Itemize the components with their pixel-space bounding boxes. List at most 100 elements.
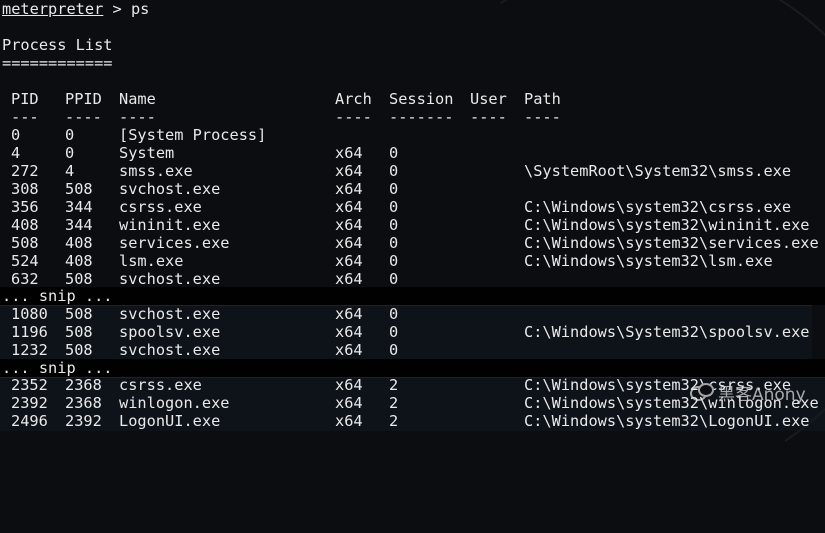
cell-ppid: 0 [65,144,75,162]
cell-pid: 308 [11,180,39,198]
cell-name: services.exe [119,234,230,252]
table-row: 408 344 wininit.exe x64 0 C:\Windows\system32… [0,216,825,234]
cell-pid: 1196 [11,323,48,341]
cell-name: csrss.exe [119,376,202,394]
table-row: 308 508 svchost.exe x64 0 [0,180,825,198]
prompt-command: > ps [103,0,150,18]
cell-ppid: 408 [65,234,93,252]
cell-path: C:\Windows\system32\csrss.exe [524,198,792,216]
snip-marker-2: ... snip ... [2,359,113,377]
table-row: 272 4 smss.exe x64 0 \SystemRoot\System32\sms… [0,162,825,180]
cell-arch: ---- [335,108,372,126]
cell-name: [System Process] [119,126,267,144]
cell-name: svchost.exe [119,270,221,288]
cell-session: 0 [389,252,399,270]
cell-ppid: 408 [65,252,93,270]
cell-pid: 356 [11,198,39,216]
cell-name: svchost.exe [119,341,221,359]
cell-ppid: 508 [65,323,93,341]
cell-pid: 1232 [11,341,48,359]
table-row: 0 0 [System Process] [0,126,825,144]
cell-arch: x64 [335,412,363,430]
cell-arch: x64 [335,252,363,270]
cell-session: 2 [389,394,399,412]
cell-name: ---- [119,108,156,126]
prompt-line: meterpreter > ps [2,0,149,18]
cell-name: winlogon.exe [119,394,230,412]
cell-session: Session [389,90,454,108]
cell-ppid: 508 [65,305,93,323]
table-row: 632 508 svchost.exe x64 0 [0,270,825,288]
cell-ppid: PPID [65,90,102,108]
cell-name: System [119,144,175,162]
cell-path: C:\Windows\System32\spoolsv.exe [524,323,810,341]
cell-path: Path [524,90,561,108]
cell-session: 0 [389,180,399,198]
cell-arch: x64 [335,323,363,341]
cell-name: svchost.exe [119,305,221,323]
cell-ppid: 2368 [65,394,102,412]
cell-ppid: 2368 [65,376,102,394]
cell-pid: 508 [11,234,39,252]
cell-arch: x64 [335,305,363,323]
cell-ppid: 2392 [65,412,102,430]
cell-pid: 4 [11,144,21,162]
cell-arch: x64 [335,234,363,252]
cell-arch: x64 [335,144,363,162]
cell-pid: 2496 [11,412,48,430]
cell-session: 0 [389,162,399,180]
cell-pid: 0 [11,126,21,144]
cell-path: C:\Windows\system32\services.exe [524,234,819,252]
table-row: 2496 2392 LogonUI.exe x64 2 C:\Windows\system… [0,412,825,430]
cell-pid: 2352 [11,376,48,394]
wechat-icon [690,383,714,401]
cell-session: 0 [389,216,399,234]
cell-ppid: 508 [65,180,93,198]
terminal-output[interactable]: meterpreter > ps Process List ==========… [0,0,825,430]
table-row: 1196 508 spoolsv.exe x64 0 C:\Windows\System3… [0,323,825,341]
watermark: 黑客Anony [690,378,806,406]
cell-name: wininit.exe [119,216,221,234]
cell-pid: 2392 [11,394,48,412]
cell-pid: 272 [11,162,39,180]
table-row: 1080 508 svchost.exe x64 0 [0,305,825,323]
cell-ppid: 344 [65,198,93,216]
watermark-text: 黑客Anony [718,384,806,405]
cell-name: csrss.exe [119,198,202,216]
cell-arch: x64 [335,162,363,180]
table-row: 1232 508 svchost.exe x64 0 [0,341,825,359]
cell-user: ---- [470,108,507,126]
cell-ppid: 0 [65,126,75,144]
header-dash-row: --- ---- ---- ---- ------- ---- ---- [0,108,825,126]
cell-arch: x64 [335,180,363,198]
cell-arch: x64 [335,270,363,288]
cell-path: \SystemRoot\System32\smss.exe [524,162,792,180]
cell-pid: 408 [11,216,39,234]
table-row: 508 408 services.exe x64 0 C:\Windows\system3… [0,234,825,252]
cell-arch: x64 [335,216,363,234]
cell-session: ------- [389,108,454,126]
cell-path: C:\Windows\system32\LogonUI.exe [524,412,810,430]
cell-session: 0 [389,305,399,323]
cell-pid: PID [11,90,39,108]
header-row: PID PPID Name Arch Session User Path [0,90,825,108]
snip-marker-1: ... snip ... [2,287,113,305]
cell-user: User [470,90,507,108]
cell-ppid: 4 [65,162,75,180]
cell-path: ---- [524,108,561,126]
cell-ppid: 508 [65,341,93,359]
cell-name: spoolsv.exe [119,323,221,341]
cell-session: 0 [389,198,399,216]
cell-session: 2 [389,376,399,394]
cell-arch: x64 [335,341,363,359]
cell-ppid: 344 [65,216,93,234]
cell-pid: 1080 [11,305,48,323]
cell-arch: x64 [335,198,363,216]
table-row: 524 408 lsm.exe x64 0 C:\Windows\system32\lsm… [0,252,825,270]
process-list-title: Process List [2,36,113,54]
cell-arch: Arch [335,90,372,108]
cell-ppid: 508 [65,270,93,288]
cell-session: 0 [389,323,399,341]
prompt-word: meterpreter [2,0,104,18]
title-underline: ============ [2,54,113,72]
